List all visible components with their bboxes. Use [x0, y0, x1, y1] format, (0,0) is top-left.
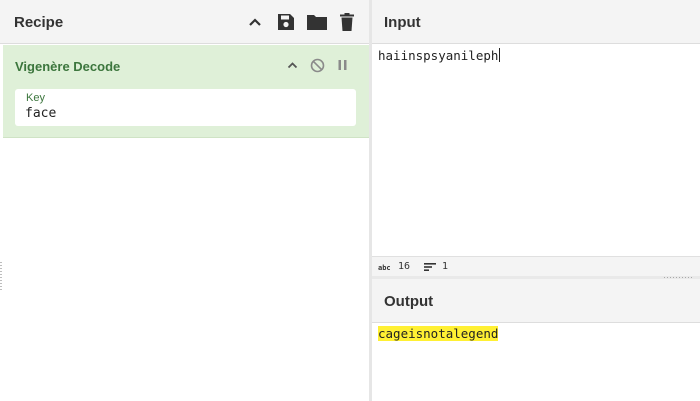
cyberchef-app: Recipe Vigenère Decode Key face Input ha…	[0, 0, 700, 401]
length-stat: abc 16	[378, 261, 410, 272]
key-input[interactable]	[25, 104, 345, 122]
lines-stat: 1	[424, 261, 448, 272]
disable-icon[interactable]	[308, 56, 326, 74]
recipe-header: Recipe	[0, 0, 369, 44]
operation-vigenere-decode[interactable]: Vigenère Decode Key	[3, 45, 369, 138]
operation-name: Vigenère Decode	[15, 59, 121, 74]
recipe-title: Recipe	[14, 14, 64, 31]
save-icon[interactable]	[275, 11, 297, 33]
input-text: haiinspsyanileph	[378, 48, 499, 63]
svg-text:abc: abc	[378, 264, 391, 271]
input-header: Input	[372, 0, 700, 44]
lines-icon	[424, 262, 436, 271]
output-title: Output	[384, 293, 434, 310]
input-lines: 1	[442, 261, 449, 272]
pause-icon[interactable]	[333, 56, 351, 74]
input-textarea[interactable]: haiinspsyanileph	[372, 48, 700, 254]
resize-grip[interactable]	[0, 262, 2, 290]
abc-icon: abc	[378, 264, 391, 271]
key-argument: Key	[15, 89, 356, 126]
input-title: Input	[384, 14, 421, 31]
output-header: Output	[372, 279, 700, 323]
text-cursor	[499, 48, 501, 62]
folder-icon[interactable]	[306, 11, 328, 33]
trash-icon[interactable]	[336, 11, 358, 33]
input-status-bar: abc 16 1	[372, 256, 700, 276]
recipe-panel: Recipe Vigenère Decode Key face	[0, 0, 369, 401]
chevron-up-icon[interactable]	[244, 11, 266, 33]
resize-grip	[664, 277, 692, 278]
input-length: 16	[398, 261, 411, 272]
output-text: cageisnotalegend	[378, 326, 499, 341]
output-area[interactable]: cageisnotalegend	[372, 326, 700, 401]
chevron-up-icon[interactable]	[283, 56, 301, 74]
key-label: Key	[26, 92, 45, 104]
